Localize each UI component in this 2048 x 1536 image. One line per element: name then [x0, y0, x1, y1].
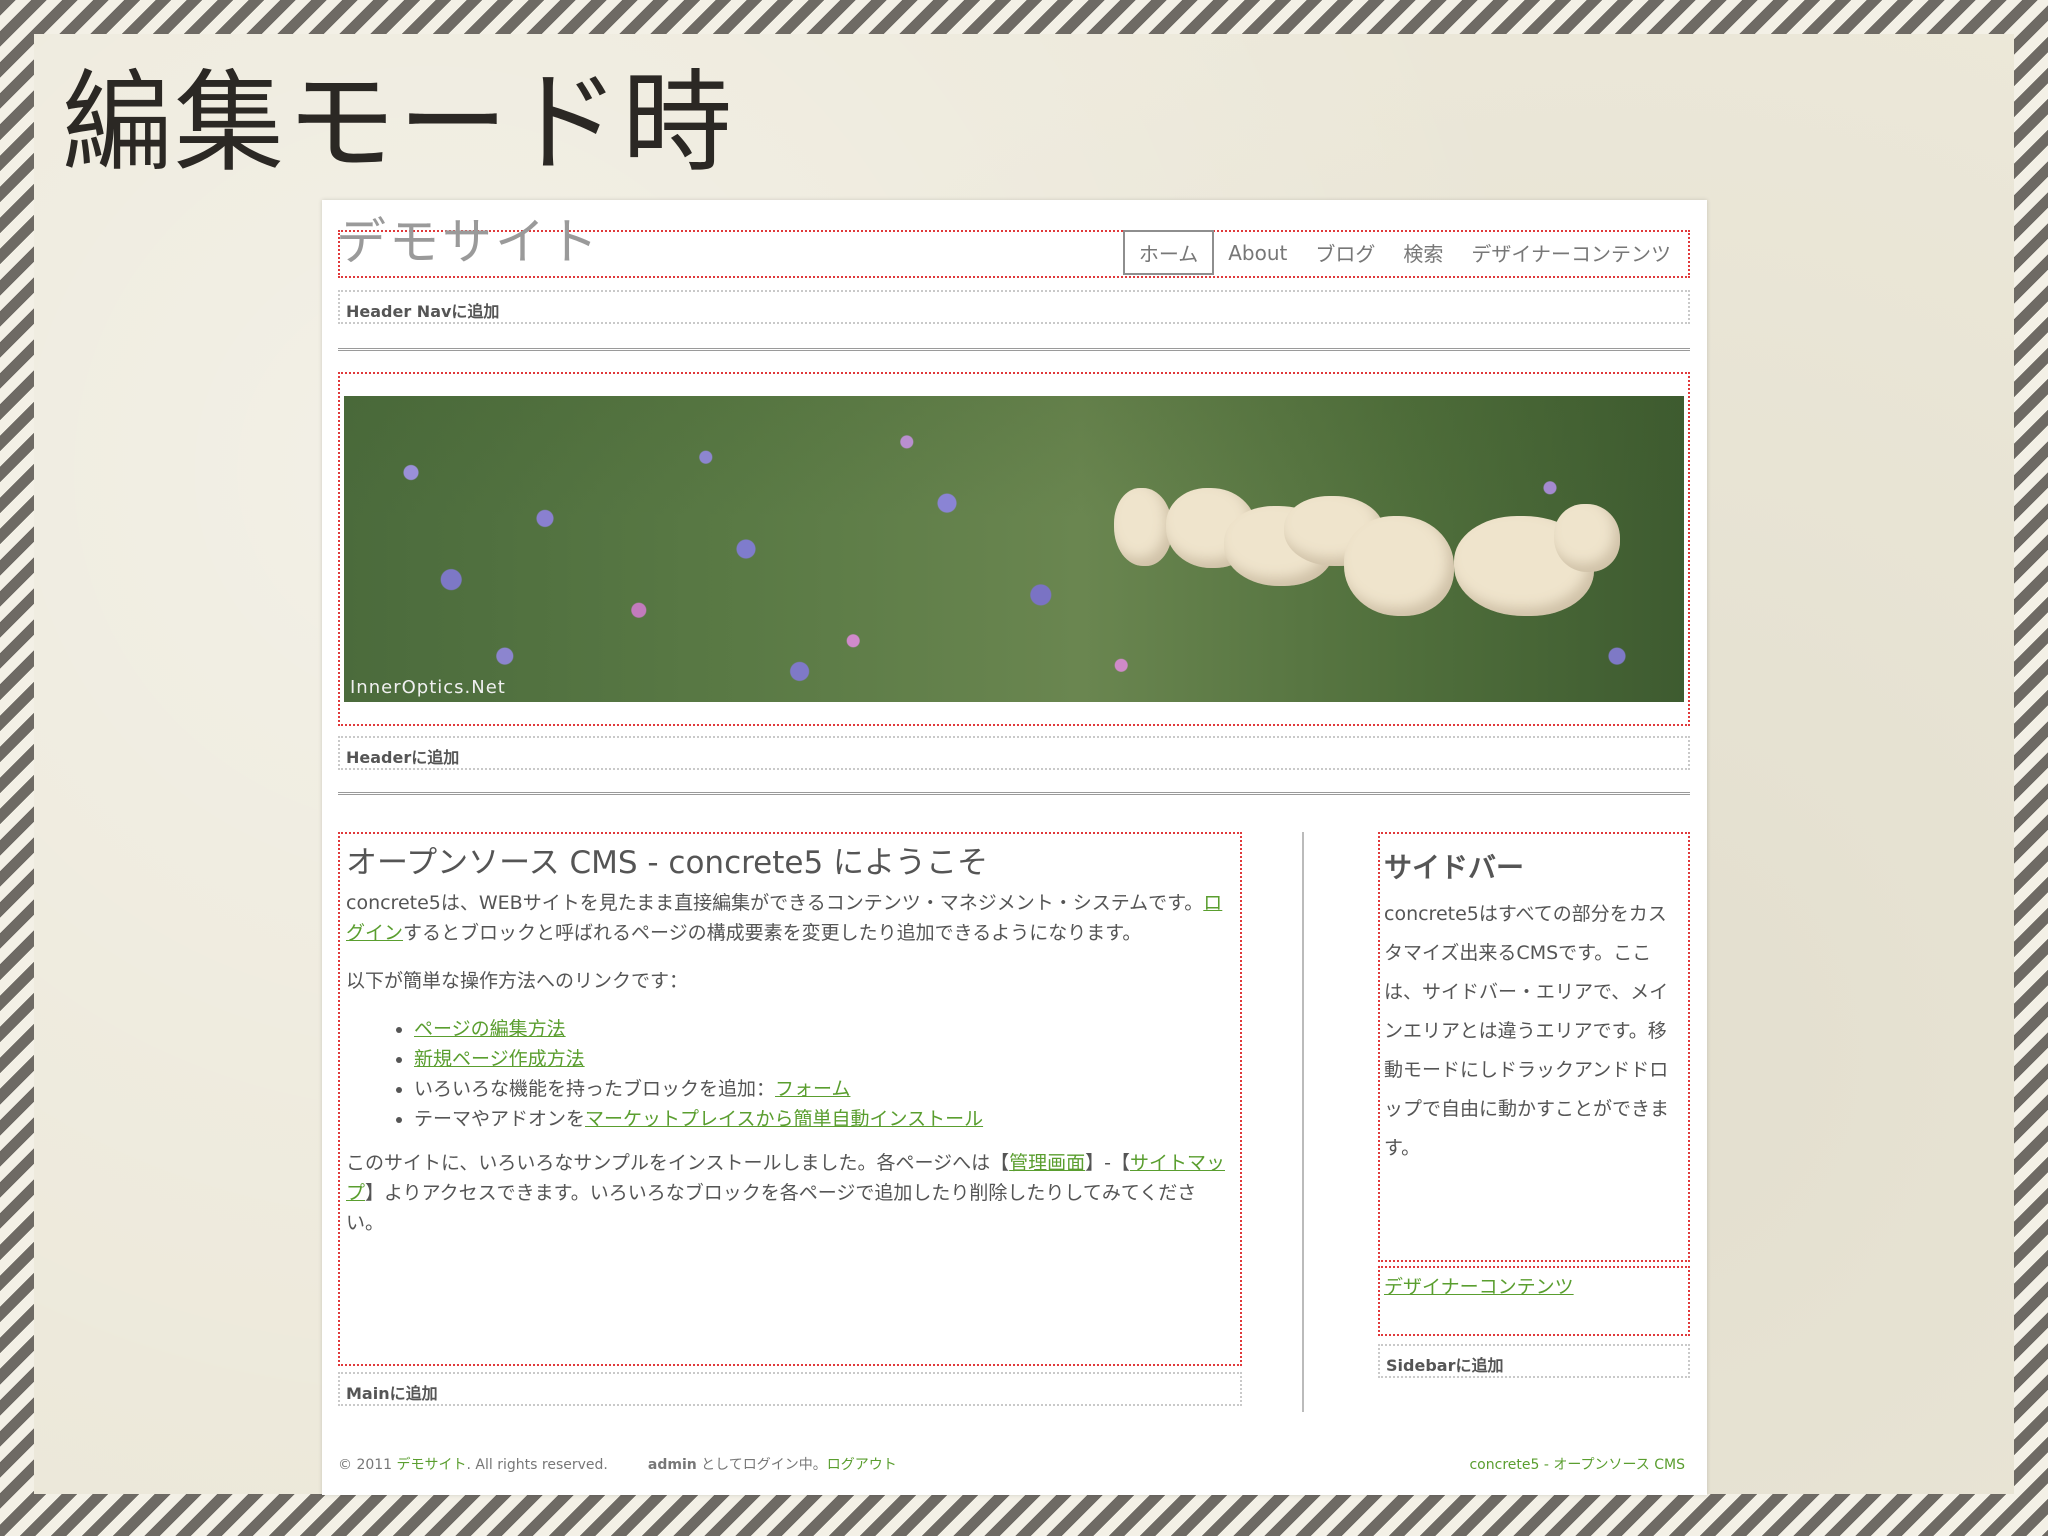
sidebar-area[interactable]: サイドバー concrete5はすべての部分をカスタマイズ出来るCMSです。ここ…: [1378, 832, 1690, 1262]
footer-right: concrete5 - オープンソース CMS: [1469, 1454, 1685, 1474]
sidebar-designer-area[interactable]: デザイナーコンテンツ: [1378, 1266, 1690, 1336]
designer-contents-link[interactable]: デザイナーコンテンツ: [1384, 1276, 1574, 1298]
column-divider: [1302, 832, 1304, 1412]
list-item: テーマやアドオンをマーケットプレイスから簡単自動インストール: [414, 1104, 1234, 1134]
hero-credit: InnerOptics.Net: [350, 677, 506, 698]
nav-blog[interactable]: ブログ: [1301, 232, 1389, 273]
main-nav: ホーム About ブログ 検索 デザイナーコンテンツ: [1122, 230, 1685, 275]
hero-sheep: [1554, 504, 1620, 572]
hero-sheep: [1114, 488, 1172, 566]
powered-by-link[interactable]: concrete5 - オープンソース CMS: [1469, 1457, 1685, 1473]
divider: [338, 792, 1690, 795]
list-item: いろいろな機能を持ったブロックを追加：フォーム: [414, 1074, 1234, 1104]
nav-search[interactable]: 検索: [1389, 232, 1457, 273]
nav-home[interactable]: ホーム: [1122, 230, 1215, 275]
main-intro: concrete5は、WEBサイトを見たまま直接編集ができるコンテンツ・マネジメ…: [346, 892, 1223, 944]
hero-sheep: [1344, 516, 1454, 616]
form-link[interactable]: フォーム: [775, 1078, 850, 1100]
website-screenshot: デモサイト ホーム About ブログ 検索 デザイナーコンテンツ Header…: [322, 200, 1707, 1495]
main-heading: オープンソース CMS - concrete5 にようこそ: [346, 845, 989, 881]
edit-page-link[interactable]: ページの編集方法: [414, 1018, 566, 1040]
links-intro: 以下が簡単な操作方法へのリンクです：: [346, 970, 689, 992]
list-item: ページの編集方法: [414, 1014, 1234, 1044]
new-page-link[interactable]: 新規ページ作成方法: [414, 1048, 585, 1070]
nav-about[interactable]: About: [1214, 235, 1301, 271]
nav-designer-contents[interactable]: デザイナーコンテンツ: [1457, 232, 1685, 273]
logout-link[interactable]: ログアウト: [827, 1457, 897, 1473]
admin-link[interactable]: 管理画面: [1009, 1152, 1085, 1174]
list-item: 新規ページ作成方法: [414, 1044, 1234, 1074]
main-outro: このサイトに、いろいろなサンプルをインストールしました。各ページへは【管理画面】…: [346, 1152, 1225, 1234]
howto-list: ページの編集方法 新規ページ作成方法 いろいろな機能を持ったブロックを追加：フォ…: [346, 1014, 1234, 1134]
footer-site-link[interactable]: デモサイト: [397, 1457, 467, 1473]
sidebar-heading: サイドバー: [1384, 851, 1525, 884]
footer-left: © 2011 デモサイト. All rights reserved. admin…: [338, 1457, 897, 1473]
main-add-area[interactable]: Mainに追加: [338, 1372, 1242, 1406]
header-add-area[interactable]: Headerに追加: [338, 736, 1690, 770]
header-nav-add-area[interactable]: Header Navに追加: [338, 290, 1690, 324]
site-title[interactable]: デモサイト: [336, 202, 601, 274]
hero-image: InnerOptics.Net: [344, 396, 1684, 702]
divider: [338, 348, 1690, 351]
marketplace-link[interactable]: マーケットプレイスから簡単自動インストール: [585, 1108, 983, 1130]
sidebar-body: concrete5はすべての部分をカスタマイズ出来るCMSです。ここは、サイドバ…: [1384, 903, 1670, 1159]
sidebar-add-area[interactable]: Sidebarに追加: [1378, 1344, 1690, 1378]
main-area[interactable]: オープンソース CMS - concrete5 にようこそ concrete5は…: [338, 832, 1242, 1366]
slide-title: 編集モード時: [62, 59, 734, 187]
footer-user: admin: [647, 1457, 697, 1473]
